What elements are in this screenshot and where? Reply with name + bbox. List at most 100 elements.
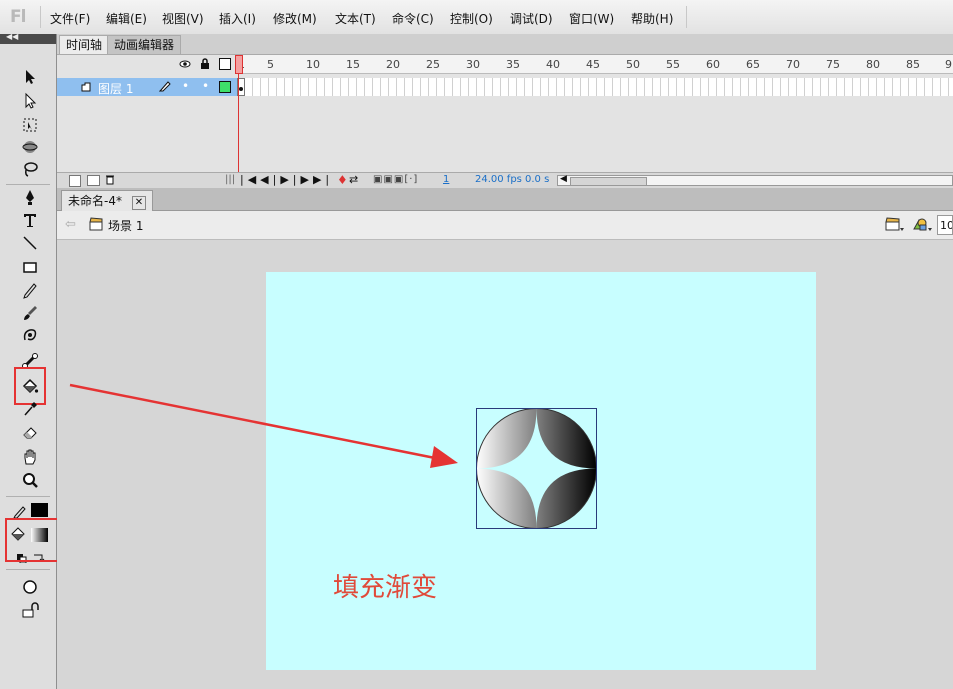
brush-tool-icon[interactable] bbox=[18, 302, 42, 324]
edit-scene-icon[interactable] bbox=[885, 216, 905, 232]
toolbar-divider bbox=[6, 496, 50, 497]
keyframe-dot bbox=[239, 87, 243, 91]
layer-page-icon bbox=[81, 81, 91, 92]
playhead[interactable] bbox=[235, 55, 243, 74]
frame-number: 45 bbox=[586, 58, 600, 71]
delete-layer-icon[interactable] bbox=[105, 174, 115, 185]
pen-tool-icon[interactable] bbox=[18, 186, 42, 208]
line-tool-icon[interactable] bbox=[18, 232, 42, 254]
menu-debug[interactable]: 调试(D) bbox=[510, 10, 553, 27]
tab-motion-editor[interactable]: 动画编辑器 bbox=[107, 35, 182, 54]
frame-number: 75 bbox=[826, 58, 840, 71]
zoom-select[interactable]: 10 bbox=[937, 215, 953, 235]
menu-bar: Fl 文件(F) 编辑(E) 视图(V) 插入(I) 修改(M) 文本(T) 命… bbox=[0, 0, 953, 35]
layer-frames[interactable] bbox=[237, 78, 953, 96]
frame-number: 20 bbox=[386, 58, 400, 71]
rectangle-tool-icon[interactable] bbox=[18, 256, 42, 278]
onion-skin-icons[interactable]: ▣▣▣[·] bbox=[373, 174, 427, 186]
frame-number: 55 bbox=[666, 58, 680, 71]
outline-toggle-icon[interactable] bbox=[219, 58, 231, 70]
gradient-circle-star-shape[interactable] bbox=[476, 408, 597, 529]
scroll-grip-icon[interactable]: ||| bbox=[225, 174, 235, 185]
menu-edit[interactable]: 编辑(E) bbox=[106, 10, 147, 27]
menu-insert[interactable]: 插入(I) bbox=[219, 10, 256, 27]
menu-help[interactable]: 帮助(H) bbox=[631, 10, 673, 27]
edit-symbols-icon[interactable] bbox=[912, 216, 934, 232]
eraser-tool-icon[interactable] bbox=[18, 421, 42, 443]
frame-number: 35 bbox=[506, 58, 520, 71]
subselection-tool-icon[interactable] bbox=[18, 90, 42, 112]
fps-readout[interactable]: 24.00 fps bbox=[475, 174, 522, 185]
back-arrow-icon[interactable]: ⇦ bbox=[65, 217, 76, 232]
scrollbar-thumb[interactable] bbox=[570, 177, 647, 186]
hand-tool-icon[interactable] bbox=[18, 446, 42, 468]
new-folder-icon[interactable] bbox=[87, 175, 100, 186]
layer-visible-dot[interactable]: • bbox=[182, 79, 189, 93]
frame-number: 70 bbox=[786, 58, 800, 71]
pencil-tool-icon[interactable] bbox=[18, 279, 42, 301]
tools-panel-header: ◀◀ bbox=[0, 32, 56, 44]
collapse-icon[interactable]: ◀◀ bbox=[6, 32, 18, 41]
edit-bar: ⇦ 场景 1 10 bbox=[57, 211, 953, 240]
annotation-caption: 填充渐变 bbox=[333, 573, 438, 603]
menu-commands[interactable]: 命令(C) bbox=[392, 10, 434, 27]
menu-view[interactable]: 视图(V) bbox=[162, 10, 204, 27]
lasso-tool-icon[interactable] bbox=[18, 158, 42, 180]
frame-number: 25 bbox=[426, 58, 440, 71]
tools-panel: ◀◀ bbox=[0, 32, 87, 689]
layer-lock-dot[interactable]: • bbox=[202, 79, 209, 93]
lock-icon[interactable] bbox=[199, 58, 211, 70]
frame-number: 10 bbox=[306, 58, 320, 71]
frame-number: 85 bbox=[906, 58, 920, 71]
text-tool-icon[interactable] bbox=[18, 209, 42, 231]
tab-timeline[interactable]: 时间轴 bbox=[59, 35, 110, 54]
object-drawing-icon[interactable] bbox=[18, 576, 42, 598]
layer-outline-color[interactable] bbox=[219, 81, 231, 93]
zoom-tool-icon[interactable] bbox=[18, 469, 42, 491]
scroll-left-icon[interactable]: ◀ bbox=[560, 174, 567, 184]
timeline-scrollbar[interactable]: ◀ bbox=[557, 174, 953, 186]
deco-tool-icon[interactable] bbox=[18, 324, 42, 346]
frame-number: 40 bbox=[546, 58, 560, 71]
frame-number: 65 bbox=[746, 58, 760, 71]
show-hide-eye-icon[interactable] bbox=[179, 58, 191, 70]
toolbar-divider bbox=[6, 184, 50, 185]
stroke-color-swatch[interactable] bbox=[31, 503, 48, 517]
stroke-color-pencil-icon[interactable] bbox=[12, 503, 28, 519]
timeline-panel: 时间轴 动画编辑器 1 5 10 15 20 25 30 35 40 45 50… bbox=[57, 34, 953, 189]
menu-control[interactable]: 控制(O) bbox=[450, 10, 493, 27]
free-transform-tool-icon[interactable] bbox=[18, 114, 42, 136]
menu-window[interactable]: 窗口(W) bbox=[569, 10, 614, 27]
eyedropper-tool-icon[interactable] bbox=[18, 398, 42, 420]
frame-number: 15 bbox=[346, 58, 360, 71]
center-frame-icon[interactable]: ♦ bbox=[337, 173, 348, 187]
timeline-footer: ||| |◀◀|▶|▶▶| ♦ ⇄ ▣▣▣[·] 1 24.00 fps 0.0… bbox=[57, 172, 953, 189]
frame-number: 9 bbox=[945, 58, 952, 71]
menu-file[interactable]: 文件(F) bbox=[50, 10, 90, 27]
menu-modify[interactable]: 修改(M) bbox=[273, 10, 317, 27]
layer-name[interactable]: 图层 1 bbox=[98, 80, 133, 97]
document-tab[interactable]: 未命名-4* ✕ bbox=[61, 190, 154, 211]
snap-to-objects-icon[interactable] bbox=[18, 599, 42, 621]
scene-label[interactable]: 场景 1 bbox=[108, 217, 143, 234]
layer-row[interactable]: 图层 1 • • bbox=[57, 78, 237, 96]
new-layer-icon[interactable] bbox=[69, 175, 81, 187]
selection-tool-icon[interactable] bbox=[18, 66, 42, 88]
frame-number: 30 bbox=[466, 58, 480, 71]
document-tab-title: 未命名-4* bbox=[68, 194, 122, 208]
3d-rotation-tool-icon[interactable] bbox=[18, 136, 42, 158]
menu-separator bbox=[686, 6, 687, 28]
time-readout[interactable]: 0.0 s bbox=[525, 174, 549, 185]
menu-separator bbox=[40, 6, 41, 28]
playback-controls[interactable]: |◀◀|▶|▶▶| bbox=[240, 173, 333, 186]
frame-number: 60 bbox=[706, 58, 720, 71]
frame-number: 5 bbox=[267, 58, 274, 71]
current-frame-readout[interactable]: 1 bbox=[443, 174, 449, 185]
menu-text[interactable]: 文本(T) bbox=[335, 10, 376, 27]
loop-icon[interactable]: ⇄ bbox=[349, 173, 358, 186]
frame-ruler[interactable]: 1 5 10 15 20 25 30 35 40 45 50 55 60 65 … bbox=[237, 55, 953, 74]
app-logo: Fl bbox=[10, 7, 26, 27]
frame-number: 50 bbox=[626, 58, 640, 71]
close-icon[interactable]: ✕ bbox=[131, 196, 147, 210]
layer-pencil-icon bbox=[158, 80, 171, 92]
